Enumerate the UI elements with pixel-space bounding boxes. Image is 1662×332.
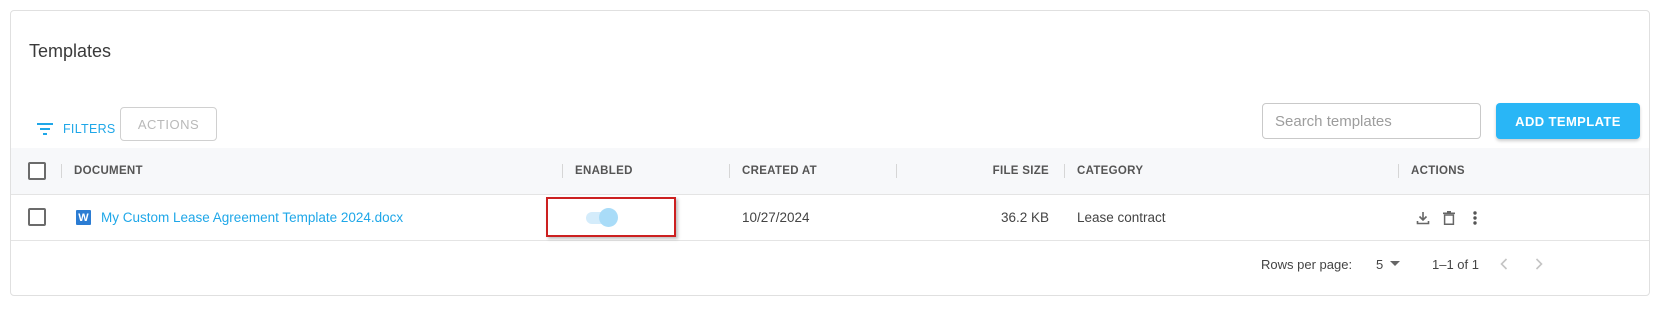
rows-per-page-label: Rows per page: [1261, 256, 1353, 272]
column-divider [1398, 164, 1399, 178]
toggle-knob [599, 207, 618, 227]
file-size-cell: 36.2 KB [1000, 210, 1049, 225]
delete-button[interactable] [1439, 208, 1459, 228]
category-cell: Lease contract [1077, 210, 1166, 225]
column-header-category[interactable]: CATEGORY [1077, 148, 1143, 194]
table-header: DOCUMENT ENABLED CREATED AT FILE SIZE CA… [11, 148, 1649, 195]
column-divider [562, 164, 563, 178]
select-all-checkbox[interactable] [28, 162, 46, 180]
column-header-actions: ACTIONS [1411, 165, 1465, 177]
more-options-button[interactable] [1465, 208, 1485, 228]
more-vert-icon [1473, 210, 1477, 225]
previous-page-button[interactable] [1500, 241, 1508, 287]
pagination-range: 1–1 of 1 [1432, 256, 1479, 272]
enabled-cell [584, 195, 620, 240]
rows-per-page-select[interactable]: 5 [1376, 241, 1401, 287]
column-header-created-at[interactable]: CREATED AT [742, 148, 817, 194]
column-header-file-size[interactable]: FILE SIZE [911, 148, 1049, 194]
filters-button[interactable]: FILTERS [37, 122, 116, 136]
rows-per-page-value: 5 [1376, 256, 1384, 272]
templates-card: Templates FILTERS ACTIONS ADD TEMPLATE D… [10, 10, 1650, 296]
add-template-button[interactable]: ADD TEMPLATE [1496, 103, 1640, 139]
chevron-right-icon [1535, 258, 1543, 270]
row-select-checkbox[interactable] [28, 208, 46, 226]
column-divider [896, 164, 897, 178]
column-divider [1064, 164, 1065, 178]
enabled-toggle[interactable] [584, 207, 620, 228]
download-button[interactable] [1413, 208, 1433, 228]
created-at-cell: 10/27/2024 [742, 210, 810, 225]
document-cell: W My Custom Lease Agreement Template 202… [76, 195, 403, 240]
dropdown-arrow-icon [1390, 261, 1401, 266]
search-input[interactable] [1262, 103, 1481, 139]
filter-icon [37, 123, 53, 135]
page-title: Templates [29, 41, 112, 61]
column-header-enabled[interactable]: ENABLED [575, 148, 633, 194]
column-divider [729, 164, 730, 178]
download-icon [1416, 211, 1430, 224]
bulk-actions-button[interactable]: ACTIONS [120, 107, 217, 141]
word-doc-icon: W [76, 210, 91, 225]
table-pagination: Rows per page: 5 1–1 of 1 [11, 241, 1649, 287]
next-page-button[interactable] [1535, 241, 1543, 287]
delete-icon [1443, 210, 1455, 225]
filters-label: FILTERS [63, 122, 116, 136]
document-link[interactable]: My Custom Lease Agreement Template 2024.… [101, 210, 403, 225]
column-divider [61, 164, 62, 178]
chevron-left-icon [1500, 258, 1508, 270]
column-header-document[interactable]: DOCUMENT [74, 148, 143, 194]
row-actions-cell [1413, 195, 1485, 240]
table-row[interactable]: W My Custom Lease Agreement Template 202… [11, 195, 1649, 241]
